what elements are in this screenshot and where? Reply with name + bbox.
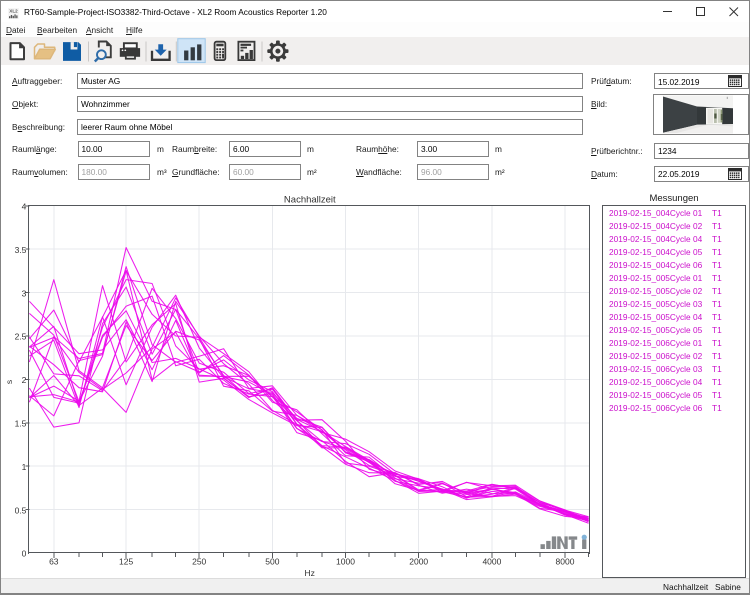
svg-text:2: 2 <box>22 375 27 385</box>
svg-text:3: 3 <box>22 288 27 298</box>
svg-text:3.5: 3.5 <box>15 245 27 255</box>
svg-text:XL2: XL2 <box>9 9 18 14</box>
svg-text:Nachhallzeit: Nachhallzeit <box>284 195 336 206</box>
svg-text:250: 250 <box>192 557 206 567</box>
svg-text:0: 0 <box>22 549 27 559</box>
svg-text:63: 63 <box>49 557 59 567</box>
svg-text:1000: 1000 <box>336 557 355 567</box>
svg-text:4: 4 <box>22 202 27 212</box>
svg-text:1: 1 <box>22 462 27 472</box>
svg-text:500: 500 <box>265 557 279 567</box>
svg-text:125: 125 <box>119 557 133 567</box>
svg-text:0.5: 0.5 <box>15 505 27 515</box>
svg-text:1.5: 1.5 <box>15 419 27 429</box>
svg-text:2000: 2000 <box>409 557 428 567</box>
svg-text:Hz: Hz <box>305 568 315 578</box>
svg-text:s: s <box>4 380 14 384</box>
svg-text:4000: 4000 <box>482 557 501 567</box>
svg-text:8000: 8000 <box>556 557 575 567</box>
svg-text:2.5: 2.5 <box>15 332 27 342</box>
